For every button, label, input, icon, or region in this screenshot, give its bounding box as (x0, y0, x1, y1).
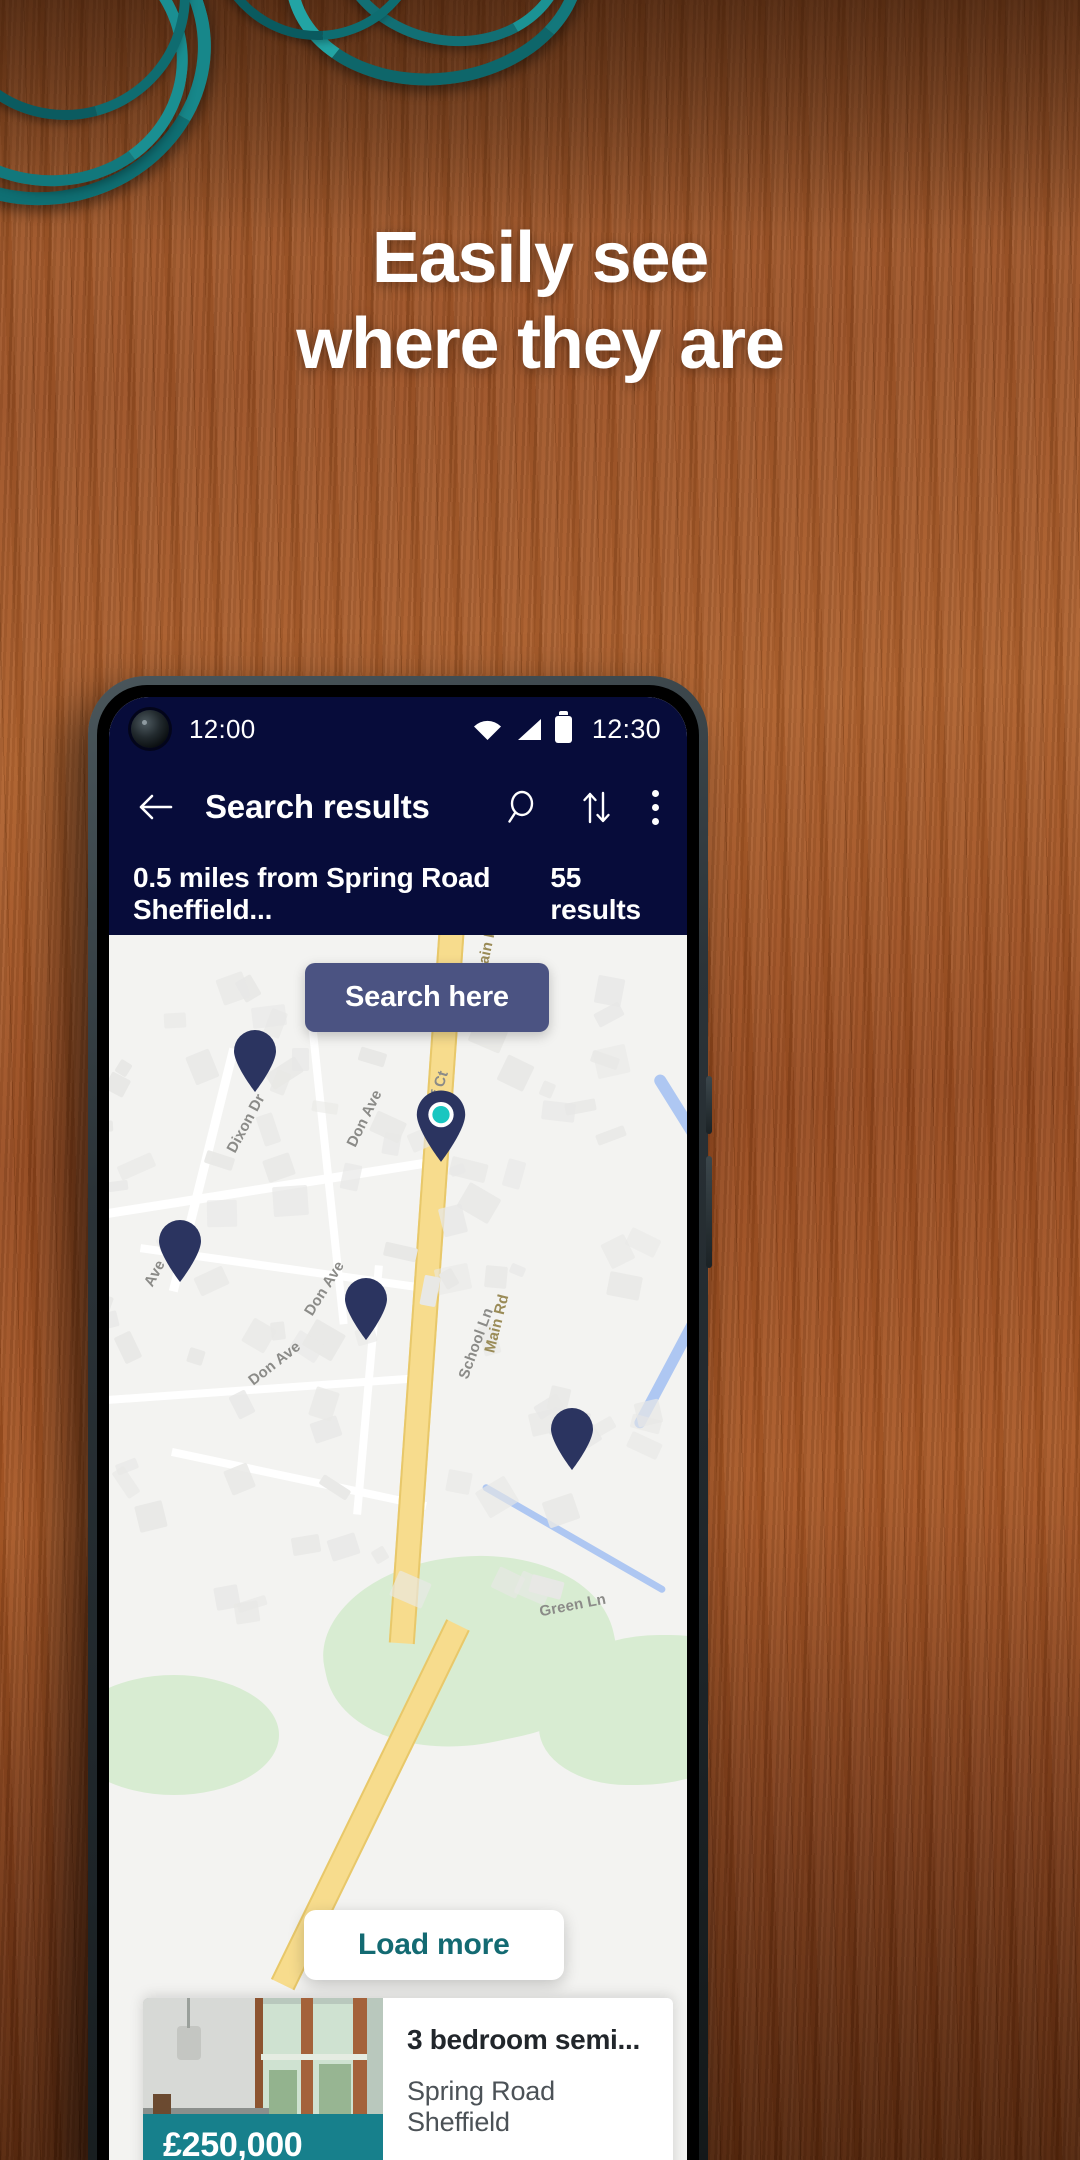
map-building (594, 1125, 627, 1147)
map-pin-selected[interactable] (412, 1087, 470, 1163)
property-title: 3 bedroom semi... (407, 2024, 640, 2055)
app-bar-actions (503, 788, 659, 826)
map-building (133, 1499, 168, 1534)
map-building (309, 1414, 343, 1444)
app-bar: Search results (109, 761, 687, 853)
map-building (625, 1430, 663, 1460)
status-bar-indicators: 12:30 (473, 710, 661, 745)
map-building (109, 1071, 132, 1098)
map-building (382, 1241, 418, 1263)
overflow-menu-icon[interactable] (651, 789, 659, 825)
map-view[interactable]: Dixon Dr Don Ave Don Ave Don Ave Ave School L… (109, 935, 687, 2160)
map-building (186, 1346, 206, 1366)
status-bar-time-right: 12:30 (591, 713, 661, 744)
property-price: £250,000 (143, 2114, 383, 2160)
map-river (632, 1230, 687, 1431)
map-pin[interactable] (547, 1405, 597, 1471)
map-building (495, 1054, 535, 1093)
page-title: Search results (205, 788, 430, 825)
map-building (109, 1292, 114, 1312)
status-bar-time-left: 12:00 (189, 713, 256, 744)
map-building (113, 1330, 143, 1365)
map-building (357, 1046, 388, 1068)
phone-bezel: 12:00 12:30 Search results 0.5 miles fro… (97, 685, 699, 2160)
map-building (501, 1158, 527, 1191)
search-context-bar: 0.5 miles from Spring Road Sheffield... … (109, 853, 687, 935)
property-details: 3 bedroom semi... Spring Road Sheffield (383, 1998, 673, 2160)
headline-line-2: where they are (296, 304, 785, 384)
front-camera-icon (131, 710, 169, 748)
sort-icon[interactable] (577, 788, 615, 826)
property-card[interactable]: £250,000 3 bedroom semi... Spring Road S… (143, 1998, 673, 2160)
search-here-button[interactable]: Search here (305, 963, 549, 1032)
map-building (484, 1265, 509, 1290)
map-building (538, 1080, 556, 1099)
phone-screen: 12:00 12:30 Search results 0.5 miles fro… (109, 697, 687, 2160)
back-arrow-icon[interactable] (133, 784, 179, 830)
map-building (233, 1600, 261, 1625)
map-building (111, 1465, 141, 1499)
map-pin[interactable] (341, 1275, 391, 1341)
map-building (591, 1043, 630, 1079)
map-building (593, 974, 626, 1008)
map-building (164, 1012, 187, 1029)
map-building (540, 1100, 576, 1124)
map-pin[interactable] (155, 1217, 205, 1283)
headline-line-1: Easily see (371, 218, 709, 298)
map-building (109, 1310, 120, 1330)
map-building (109, 1120, 114, 1133)
phone-mockup: 12:00 12:30 Search results 0.5 miles fro… (88, 676, 712, 2160)
map-building (339, 1162, 363, 1192)
map-green-area (109, 1675, 279, 1795)
map-building (474, 1475, 520, 1519)
phone-power-button[interactable] (706, 1076, 712, 1134)
status-bar: 12:00 12:30 (109, 697, 687, 761)
map-building (370, 1545, 390, 1565)
map-building (326, 1532, 361, 1562)
map-building (116, 1152, 157, 1182)
map-building (271, 1185, 309, 1218)
map-road (171, 1448, 427, 1510)
phone-volume-button[interactable] (706, 1156, 712, 1268)
wifi-icon (473, 720, 501, 740)
load-more-button[interactable]: Load more (304, 1910, 564, 1980)
map-building (445, 1468, 473, 1495)
map-building (206, 1199, 237, 1228)
results-count-label: 55 results (550, 862, 641, 925)
property-card-carousel[interactable]: £250,000 3 bedroom semi... Spring Road S… (109, 1998, 687, 2160)
promo-headline: Easily see where they are (0, 215, 1080, 387)
property-address: Spring Road Sheffield (407, 2076, 555, 2137)
map-building (290, 1533, 322, 1556)
map-building (255, 1111, 282, 1147)
map-building (508, 1262, 527, 1278)
map-building (184, 1048, 220, 1086)
map-building (109, 1179, 129, 1193)
signal-icon (517, 718, 541, 740)
map-building (204, 1150, 236, 1172)
map-building (311, 1099, 339, 1115)
property-thumbnail[interactable]: £250,000 (143, 1998, 383, 2160)
search-icon[interactable] (503, 788, 541, 826)
battery-icon (554, 710, 572, 743)
map-building (606, 1271, 644, 1302)
search-location-label[interactable]: 0.5 miles from Spring Road Sheffield... (133, 862, 550, 926)
map-pin[interactable] (230, 1027, 280, 1093)
